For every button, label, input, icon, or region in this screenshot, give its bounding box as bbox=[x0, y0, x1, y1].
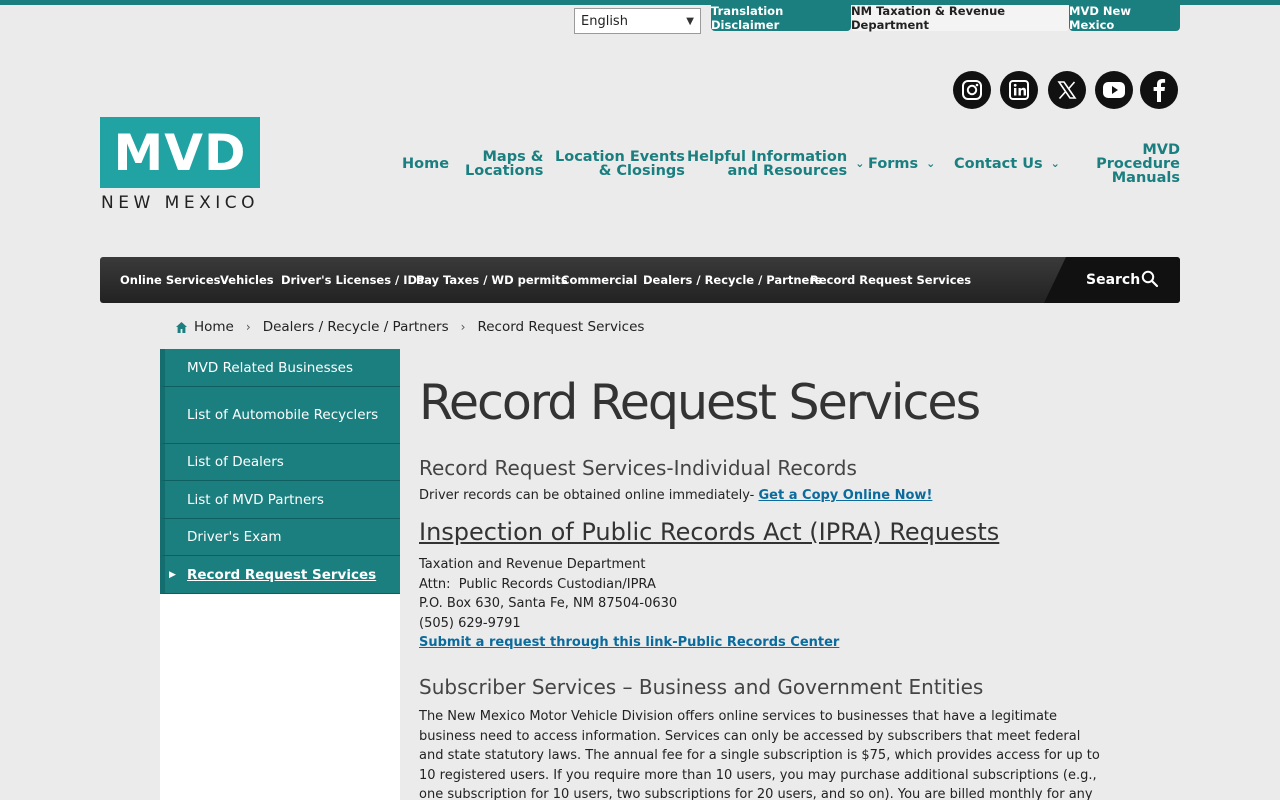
triangle-right-icon: ▶ bbox=[169, 569, 176, 580]
nav-maps-label: Maps & Locations bbox=[465, 150, 544, 179]
sidebar-item-label: Record Request Services bbox=[187, 566, 377, 583]
nav-manuals-line1: MVD Procedure bbox=[1096, 142, 1180, 172]
nav-location-events[interactable]: Location Events & Closings bbox=[555, 148, 685, 180]
nav-manuals-label: MVD Procedure Manuals bbox=[1072, 142, 1180, 186]
search-icon[interactable] bbox=[1141, 270, 1159, 288]
linkedin-icon[interactable] bbox=[1000, 71, 1038, 109]
nav-procedure-manuals[interactable]: MVD Procedure Manuals bbox=[1072, 143, 1180, 186]
sidebar-item-label: Driver's Exam bbox=[187, 529, 282, 545]
section-heading-individual-records: Record Request Services-Individual Recor… bbox=[419, 456, 857, 480]
nav-helpful-information[interactable]: Helpful Information and Resources ⌄ bbox=[687, 148, 864, 180]
language-select[interactable]: English ▼ bbox=[574, 8, 701, 34]
nav-contact-label: Contact Us bbox=[954, 156, 1043, 172]
sidebar-item-label: List of Dealers bbox=[187, 454, 284, 470]
home-icon bbox=[175, 321, 188, 334]
menu-record-request[interactable]: Record Request Services bbox=[810, 257, 971, 303]
nav-events-label: Location Events & Closings bbox=[555, 150, 685, 179]
get-copy-online-link[interactable]: Get a Copy Online Now! bbox=[759, 488, 933, 503]
services-menu-bar: Online Services Vehicles Driver's Licens… bbox=[100, 257, 1180, 303]
youtube-icon[interactable] bbox=[1095, 71, 1133, 109]
language-select-value: English bbox=[581, 13, 628, 29]
nav-home-label: Home bbox=[402, 156, 450, 172]
sidebar-item-drivers-exam[interactable]: Driver's Exam bbox=[160, 519, 400, 556]
sidebar-menu: MVD Related Businesses List of Automobil… bbox=[160, 349, 400, 594]
menu-pay-taxes[interactable]: Pay Taxes / WD permits bbox=[416, 257, 568, 303]
chevron-down-icon: ⌄ bbox=[1050, 157, 1060, 170]
nav-forms[interactable]: Forms ⌄ bbox=[868, 148, 935, 180]
breadcrumb-dealers[interactable]: Dealers / Recycle / Partners bbox=[263, 319, 449, 335]
sidebar-item-related-businesses[interactable]: MVD Related Businesses bbox=[160, 349, 400, 387]
x-icon[interactable] bbox=[1048, 71, 1086, 109]
breadcrumb-current: Record Request Services bbox=[477, 319, 645, 335]
menu-drivers-licenses[interactable]: Driver's Licenses / IDs bbox=[281, 257, 424, 303]
nav-forms-label: Forms bbox=[868, 156, 919, 172]
nav-helpful-label: Helpful Information and Resources bbox=[687, 150, 848, 179]
chevron-down-icon: ▼ bbox=[686, 15, 694, 27]
chevron-right-icon: › bbox=[245, 320, 251, 334]
menu-online-services[interactable]: Online Services bbox=[120, 257, 221, 303]
nav-manuals-line2: Manuals bbox=[1111, 170, 1180, 186]
sidebar-item-record-request[interactable]: ▶ Record Request Services bbox=[160, 556, 400, 594]
sidebar-item-mvd-partners[interactable]: List of MVD Partners bbox=[160, 481, 400, 519]
chevron-down-icon: ⌄ bbox=[855, 157, 865, 170]
nm-taxation-link[interactable]: NM Taxation & Revenue Department bbox=[851, 4, 1069, 32]
breadcrumb-home[interactable]: Home bbox=[194, 319, 234, 335]
nav-helpful-line2: and Resources bbox=[727, 163, 848, 179]
nav-events-line2: & Closings bbox=[598, 163, 685, 179]
chevron-right-icon: › bbox=[460, 320, 466, 334]
breadcrumb: Home › Dealers / Recycle / Partners › Re… bbox=[175, 317, 644, 337]
phone-number: (505) 629-9791 bbox=[419, 615, 521, 631]
sidebar-item-label: List of MVD Partners bbox=[187, 491, 324, 508]
public-records-center-link[interactable]: Submit a request through this link-Publi… bbox=[419, 633, 839, 653]
ipra-heading[interactable]: Inspection of Public Records Act (IPRA) … bbox=[419, 518, 999, 546]
address-line: P.O. Box 630, Santa Fe, NM 87504-0630 bbox=[419, 596, 678, 611]
menu-commercial[interactable]: Commercial bbox=[561, 257, 637, 303]
sidebar-item-dealers[interactable]: List of Dealers bbox=[160, 444, 400, 481]
nav-maps-line2: Locations bbox=[465, 163, 544, 179]
address-line: Taxation and Revenue Department bbox=[419, 557, 646, 572]
translation-disclaimer-link[interactable]: Translation Disclaimer bbox=[711, 4, 851, 32]
nav-home[interactable]: Home bbox=[402, 148, 449, 180]
main-navigation: Home Maps & Locations Location Events & Cl… bbox=[380, 143, 1180, 188]
logo-subtitle: NEW MEXICO bbox=[101, 193, 259, 213]
section-heading-subscriber-services: Subscriber Services – Business and Gover… bbox=[419, 675, 984, 699]
sidebar-item-label: List of Automobile Recyclers bbox=[187, 406, 379, 423]
driver-records-text: Driver records can be obtained online im… bbox=[419, 488, 755, 503]
subscriber-paragraph: The New Mexico Motor Vehicle Division of… bbox=[419, 709, 1100, 800]
mvd-logo[interactable]: MVD bbox=[100, 117, 260, 188]
page-title: Record Request Services bbox=[419, 374, 981, 431]
menu-vehicles[interactable]: Vehicles bbox=[220, 257, 274, 303]
menu-dealers-recycle[interactable]: Dealers / Recycle / Partners bbox=[643, 257, 822, 303]
facebook-icon[interactable] bbox=[1140, 71, 1178, 109]
instagram-icon[interactable] bbox=[953, 71, 991, 109]
address-line: Attn: Public Records Custodian/IPRA bbox=[419, 576, 656, 592]
search-button[interactable]: Search bbox=[1086, 257, 1140, 303]
sidebar-item-label: MVD Related Businesses bbox=[187, 359, 354, 376]
nav-maps-locations[interactable]: Maps & Locations bbox=[465, 148, 543, 180]
sidebar-item-automobile-recyclers[interactable]: List of Automobile Recyclers bbox=[160, 387, 400, 444]
mvd-new-mexico-link[interactable]: MVD New Mexico bbox=[1069, 4, 1180, 32]
chevron-down-icon: ⌄ bbox=[926, 157, 936, 170]
address-block: Taxation and Revenue Department Attn: Pu… bbox=[419, 555, 839, 653]
nav-contact-us[interactable]: Contact Us ⌄ bbox=[954, 148, 1060, 180]
driver-records-paragraph: Driver records can be obtained online im… bbox=[419, 486, 932, 506]
sidebar: MVD Related Businesses List of Automobil… bbox=[160, 349, 400, 800]
